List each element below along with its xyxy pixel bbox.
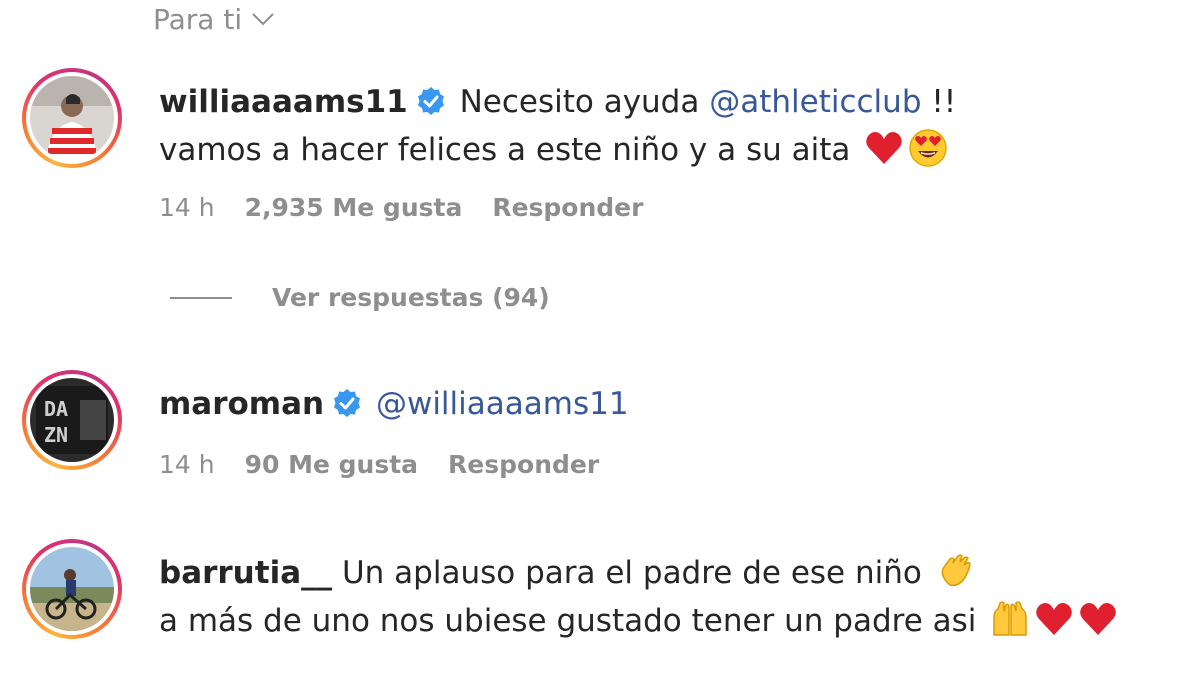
likes-count[interactable]: 90 Me gusta xyxy=(245,450,418,479)
likes-count[interactable]: 2,935 Me gusta xyxy=(245,193,463,222)
replies-divider xyxy=(170,296,232,299)
view-replies-label: Ver respuestas (94) xyxy=(272,283,550,312)
red-heart-icon xyxy=(1080,603,1117,635)
red-heart-icon xyxy=(866,132,903,164)
mention-link[interactable]: @athleticclub xyxy=(709,84,921,120)
comment-meta: 14 h 90 Me gusta Responder xyxy=(159,450,599,479)
raising-hands-icon xyxy=(993,601,1028,636)
comment-time: 14 h xyxy=(159,450,215,479)
comment-username[interactable]: maroman xyxy=(159,386,324,422)
comment-username[interactable]: barrutia__ xyxy=(159,555,332,591)
comment-meta: 14 h 2,935 Me gusta Responder xyxy=(159,193,643,222)
comment-text: vamos a hacer felices a este niño y a su… xyxy=(159,132,851,168)
comments-panel: Para ti williaaaams11 Necesito ayuda @at… xyxy=(0,0,1200,675)
verified-badge-icon xyxy=(417,87,444,115)
comment-username[interactable]: williaaaams11 xyxy=(159,84,408,120)
avatar-story-ring[interactable] xyxy=(22,539,122,639)
reply-button[interactable]: Responder xyxy=(492,193,643,222)
avatar xyxy=(30,76,114,160)
svg-text:DA: DA xyxy=(44,397,68,421)
view-replies-button[interactable]: Ver respuestas (94) xyxy=(170,283,550,312)
avatar-story-ring[interactable] xyxy=(22,68,122,168)
comment-text: Un aplauso para el padre de ese niño xyxy=(341,555,922,591)
reply-button[interactable]: Responder xyxy=(448,450,599,479)
clapping-hands-icon xyxy=(941,554,971,587)
comment-time: 14 h xyxy=(159,193,215,222)
mention-link[interactable]: @williaaaams11 xyxy=(376,386,629,422)
heart-eyes-face-icon xyxy=(909,129,948,167)
avatar-story-ring[interactable]: DA ZN xyxy=(22,370,122,470)
red-heart-icon xyxy=(1036,603,1073,635)
verified-badge-icon xyxy=(334,389,361,417)
comment-text: Necesito ayuda xyxy=(459,84,700,120)
comment-text-tail: !! xyxy=(931,84,957,120)
chevron-down-icon xyxy=(252,13,274,26)
svg-text:ZN: ZN xyxy=(44,423,68,447)
sort-filter-label: Para ti xyxy=(153,2,243,36)
avatar: DA ZN xyxy=(30,378,114,462)
comment-text: a más de uno nos ubiese gustado tener un… xyxy=(159,603,977,639)
sort-filter-dropdown[interactable]: Para ti xyxy=(153,0,276,38)
avatar xyxy=(30,547,114,631)
